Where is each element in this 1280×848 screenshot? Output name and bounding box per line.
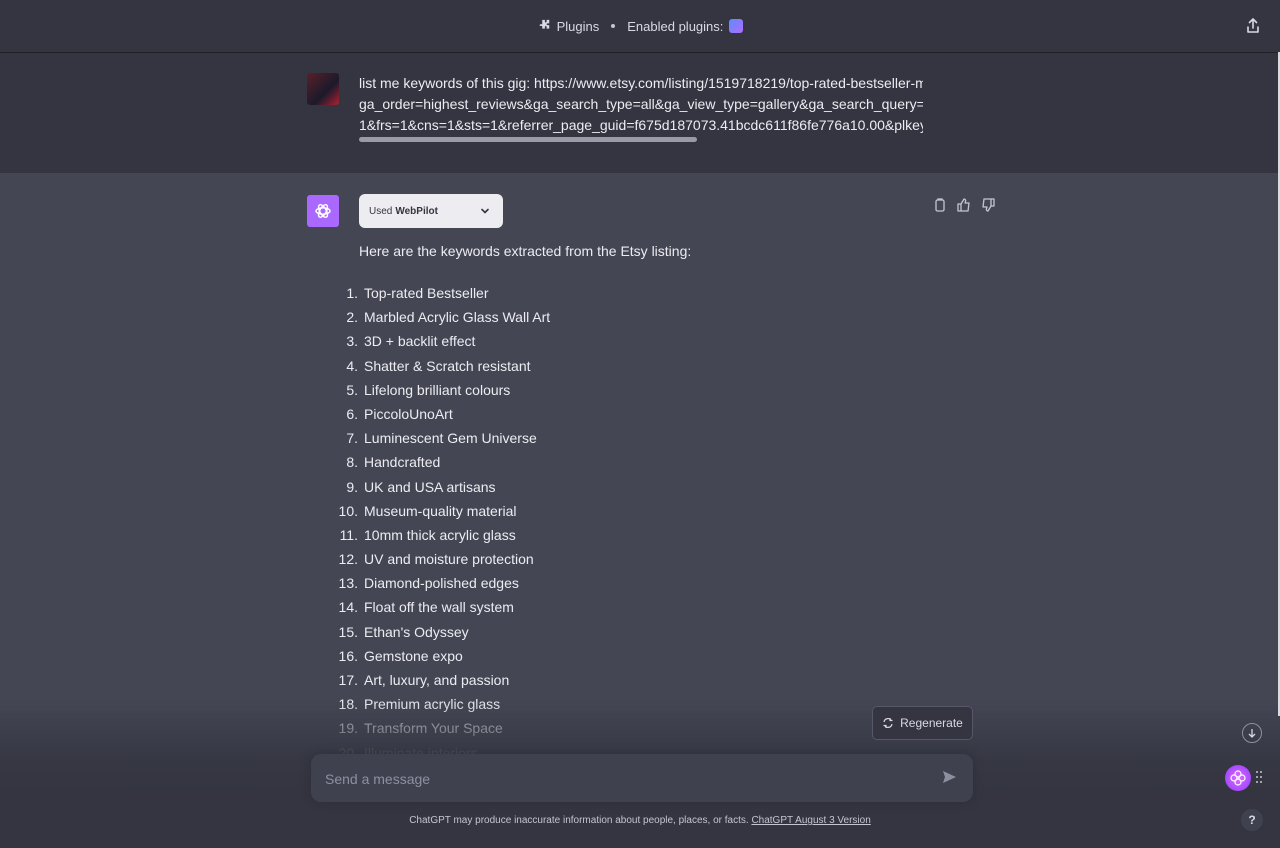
keyword-number: 15.	[338, 623, 358, 640]
keyword-text: UK and USA artisans	[364, 478, 496, 495]
keyword-list-item: 3. 3D + backlit effect	[330, 330, 550, 354]
share-icon[interactable]	[1244, 17, 1262, 35]
enabled-plugins-label: Enabled plugins:	[627, 18, 724, 34]
plugins-header[interactable]: Plugins Enabled plugins:	[537, 19, 744, 34]
scroll-to-bottom-button[interactable]	[1242, 723, 1262, 743]
keyword-list-item: 17. Art, luxury, and passion	[330, 669, 550, 693]
keyword-text: 3D + backlit effect	[364, 333, 476, 350]
webpilot-plugin-icon	[729, 19, 744, 33]
keyword-text: 10mm thick acrylic glass	[364, 526, 516, 543]
keyword-list: 1. Top-rated Bestseller 2. Marbled Acrylic …	[330, 282, 551, 766]
horizontal-scrollbar[interactable]	[359, 137, 697, 142]
keyword-text: Marbled Acrylic Glass Wall Art	[364, 309, 551, 326]
keyword-text: Luminescent Gem Universe	[364, 430, 537, 447]
keyword-text: Shatter & Scratch resistant	[364, 357, 531, 374]
keyword-list-item: 4. Shatter & Scratch resistant	[330, 355, 550, 379]
grid-dots-icon[interactable]	[1255, 770, 1263, 784]
disclaimer: ChatGPT may produce inaccurate informati…	[0, 815, 1280, 826]
keyword-number: 8.	[346, 454, 358, 471]
keyword-list-item: 6. PiccoloUnoArt	[330, 403, 550, 427]
keyword-number: 17.	[338, 672, 358, 688]
chatgpt-logo-icon	[307, 195, 339, 227]
keyword-text: Lifelong brilliant colours	[364, 381, 511, 398]
user-message-text: list me keywords of this gig: https://ww…	[359, 73, 923, 136]
message-input[interactable]	[323, 766, 927, 792]
thumbs-up-icon[interactable]	[956, 197, 972, 213]
keyword-number: 11.	[339, 526, 358, 543]
user-avatar	[307, 73, 339, 105]
keyword-text: UV and moisture protection	[364, 551, 534, 568]
keyword-list-item: 14. Float off the wall system	[330, 596, 550, 620]
puzzle-icon	[539, 19, 549, 29]
chevron-down-icon	[481, 208, 489, 214]
message-actions	[932, 197, 996, 213]
keyword-list-item: 9. UK and USA artisans	[330, 476, 550, 500]
keyword-number: 1.	[346, 285, 358, 301]
message-composer	[311, 754, 973, 802]
keyword-text: Gemstone expo	[364, 647, 463, 664]
keyword-list-item: 15. Ethan's Odyssey	[330, 621, 550, 645]
user-message-line: ga_order=highest_reviews&ga_search_type=…	[359, 96, 923, 112]
keyword-text: Ethan's Odyssey	[364, 623, 469, 640]
user-message-line: 1&frs=1&cns=1&sts=1&referrer_page_guid=f…	[359, 117, 923, 133]
keyword-number: 12.	[338, 551, 358, 568]
keyword-list-item: 2. Marbled Acrylic Glass Wall Art	[330, 306, 550, 330]
keyword-text: Museum-quality material	[364, 502, 517, 519]
regenerate-button[interactable]: Regenerate	[872, 706, 973, 740]
keyword-number: 5.	[346, 381, 358, 398]
used-label: Used	[369, 205, 393, 217]
keyword-list-item: 16. Gemstone expo	[330, 645, 550, 669]
keyword-number: 6.	[346, 405, 358, 422]
keyword-text: PiccoloUnoArt	[364, 405, 453, 422]
arrow-down-icon	[1248, 729, 1256, 738]
version-link[interactable]: ChatGPT August 3 Version	[751, 815, 870, 826]
keyword-number: 2.	[346, 309, 358, 326]
plugins-label: Plugins	[556, 18, 600, 34]
thumbs-down-icon[interactable]	[980, 197, 996, 213]
keyword-list-item: 7. Luminescent Gem Universe	[330, 427, 550, 451]
keyword-number: 16.	[338, 647, 358, 664]
top-bar: Plugins Enabled plugins:	[0, 0, 1280, 53]
keyword-text: Art, luxury, and passion	[364, 672, 510, 688]
keyword-list-item: 10. Museum-quality material	[330, 500, 550, 524]
keyword-text: Diamond-polished edges	[364, 575, 519, 592]
used-plugin-dropdown[interactable]: Used WebPilot	[359, 194, 503, 228]
refresh-icon	[883, 718, 893, 728]
send-icon[interactable]	[941, 769, 957, 785]
keyword-text: Top-rated Bestseller	[364, 285, 489, 301]
copy-icon[interactable]	[932, 197, 948, 213]
help-button[interactable]: ?	[1241, 809, 1263, 831]
keyword-text: Float off the wall system	[364, 599, 514, 616]
keyword-text: Handcrafted	[364, 454, 441, 471]
regenerate-label: Regenerate	[900, 716, 963, 730]
separator-dot	[611, 24, 616, 28]
keyword-list-item: 13. Diamond-polished edges	[330, 572, 550, 596]
keyword-number: 13.	[338, 575, 358, 592]
keyword-number: 7.	[346, 430, 358, 447]
extension-flower-icon[interactable]	[1225, 765, 1251, 791]
keyword-list-item: 1. Top-rated Bestseller	[330, 282, 550, 306]
keyword-number: 4.	[346, 357, 358, 374]
keyword-list-item: 5. Lifelong brilliant colours	[330, 379, 550, 403]
assistant-intro-text: Here are the keywords extracted from the…	[359, 243, 692, 259]
keyword-list-item: 11. 10mm thick acrylic glass	[330, 524, 550, 548]
keyword-number: 10.	[338, 502, 358, 519]
user-message-line: list me keywords of this gig: https://ww…	[359, 75, 923, 91]
keyword-number: 9.	[346, 478, 358, 495]
keyword-list-item: 8. Handcrafted	[330, 451, 550, 475]
disclaimer-text: ChatGPT may produce inaccurate informati…	[409, 815, 749, 826]
keyword-number: 3.	[346, 333, 358, 350]
plugin-name: WebPilot	[395, 205, 438, 217]
keyword-list-item: 12. UV and moisture protection	[330, 548, 550, 572]
keyword-number: 14.	[338, 599, 358, 616]
